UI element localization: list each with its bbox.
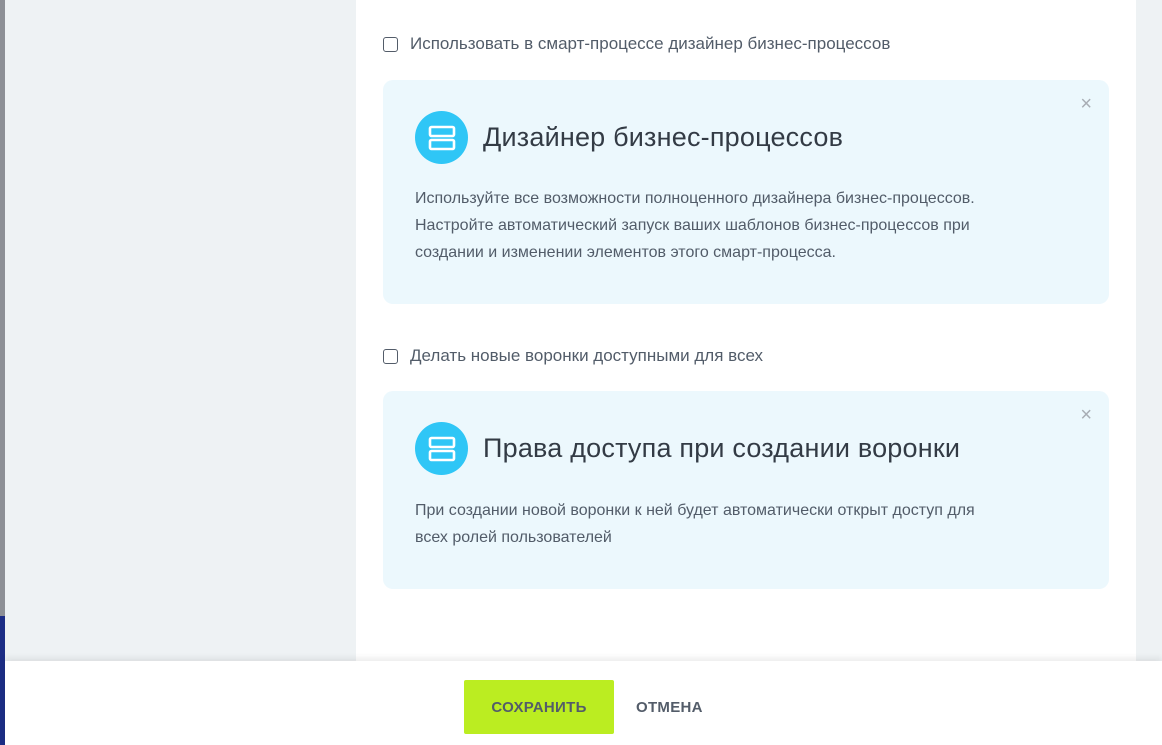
bp-designer-card-title: Дизайнер бизнес-процессов [483, 122, 844, 152]
funnels-checkbox[interactable] [383, 348, 398, 364]
funnels-card-description: При создании новой воронки к ней будет а… [415, 497, 975, 551]
description-line: всех ролей пользователей [415, 529, 612, 546]
cancel-button[interactable]: ОТМЕНА [630, 680, 709, 734]
description-line: Настройте автоматический запуск ваших ша… [415, 217, 970, 234]
close-icon[interactable]: × [1080, 94, 1092, 114]
bp-designer-checkbox[interactable] [383, 36, 398, 52]
server-stack-icon [415, 111, 468, 164]
description-line: Используйте все возможности полноценного… [415, 190, 975, 207]
description-line: создании и изменении элементов этого сма… [415, 244, 836, 261]
funnels-card-header: Права доступа при создании воронки [415, 422, 960, 475]
funnels-info-card: × Права доступа при создании воронки При… [383, 391, 1109, 589]
left-pane [5, 0, 356, 661]
funnels-option[interactable]: Делать новые воронки доступными для всех [383, 346, 763, 366]
save-button[interactable]: СОХРАНИТЬ [464, 680, 614, 734]
funnels-card-title: Права доступа при создании воронки [483, 433, 961, 463]
settings-panel: Использовать в смарт-процессе дизайнер б… [356, 0, 1136, 661]
bp-designer-info-card: × Дизайнер бизнес-процессов Используйте … [383, 80, 1109, 304]
right-gutter [1136, 0, 1162, 661]
server-stack-icon [415, 422, 468, 475]
bp-designer-checkbox-label[interactable]: Использовать в смарт-процессе дизайнер б… [410, 34, 890, 54]
button-panel: СОХРАНИТЬ ОТМЕНА [5, 661, 1162, 745]
funnels-checkbox-label[interactable]: Делать новые воронки доступными для всех [410, 346, 763, 366]
bp-designer-card-header: Дизайнер бизнес-процессов [415, 111, 843, 164]
bp-designer-option[interactable]: Использовать в смарт-процессе дизайнер б… [383, 34, 890, 54]
description-line: При создании новой воронки к ней будет а… [415, 502, 975, 519]
bp-designer-card-description: Используйте все возможности полноценного… [415, 185, 975, 266]
close-icon[interactable]: × [1080, 405, 1092, 425]
